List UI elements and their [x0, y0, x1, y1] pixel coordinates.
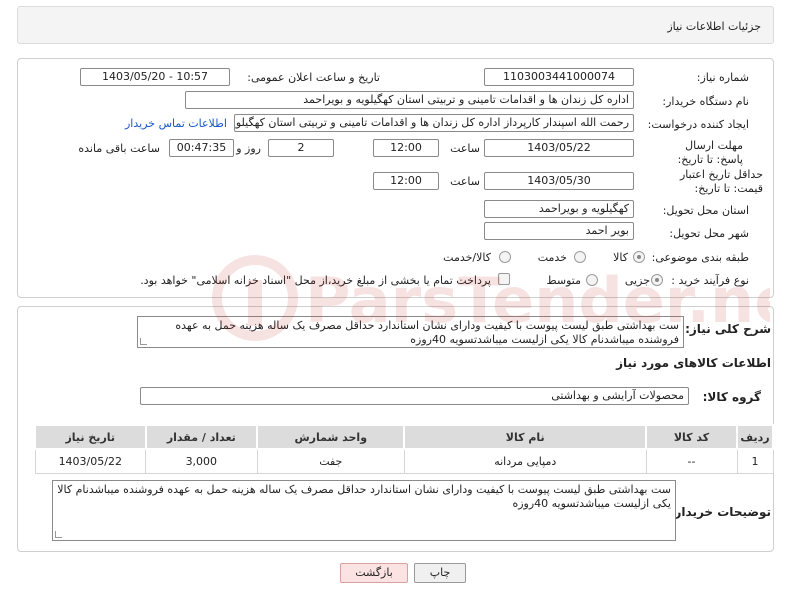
table-row[interactable]: 1 -- دمپایی مردانه جفت 3,000 1403/05/22	[34, 448, 774, 474]
row-qty: 3,000	[145, 448, 258, 474]
goods-table-header: ردیف کد کالا نام کالا واحد شمارش تعداد /…	[34, 424, 774, 450]
province-field[interactable]: کهگیلویه و بویراحمد	[484, 200, 634, 218]
validity-time-label: ساعت	[450, 175, 480, 188]
announce-label: تاریخ و ساعت اعلان عمومی:	[247, 71, 380, 84]
remaining-time-label: ساعت باقی مانده	[78, 142, 160, 155]
col-date: تاریخ نیاز	[34, 424, 147, 450]
treasury-payment-checkbox[interactable]	[498, 273, 510, 285]
row-name: دمپایی مردانه	[403, 448, 647, 474]
summary-label: شرح کلی نیاز:	[685, 322, 771, 336]
city-label: شهر محل تحویل:	[669, 227, 749, 240]
treasury-payment-note: پرداخت تمام یا بخشی از مبلغ خرید،از محل …	[140, 274, 491, 287]
col-name: نام کالا	[403, 424, 648, 450]
col-unit: واحد شمارش	[256, 424, 406, 450]
goods-group-label: گروه کالا:	[702, 390, 761, 404]
remaining-time-field[interactable]: 00:47:35	[169, 139, 234, 157]
reply-time-field[interactable]: 12:00	[373, 139, 439, 157]
row-index: 1	[736, 448, 774, 474]
validity-date-field[interactable]: 1403/05/30	[484, 172, 634, 190]
category-goods-radio[interactable]	[633, 251, 645, 263]
buyer-org-field[interactable]: اداره کل زندان ها و اقدامات تامینی و ترب…	[185, 91, 634, 109]
price-validity-label: حداقل تاریخ اعتبار قیمت: تا تاریخ:	[679, 168, 763, 195]
category-goods-service-label: کالا/خدمت	[443, 251, 491, 264]
remaining-days-field[interactable]: 2	[268, 139, 334, 157]
print-button[interactable]: چاپ	[414, 563, 466, 583]
buyer-notes-label: توضیحات خریدار:	[669, 505, 771, 519]
resize-handle-icon[interactable]	[140, 338, 147, 345]
row-code: --	[645, 448, 738, 474]
need-number-label: شماره نیاز:	[696, 71, 749, 84]
summary-text: ست بهداشتی طبق لیست پیوست با کیفیت ودارا…	[175, 319, 679, 346]
process-medium-label: متوسط	[546, 274, 581, 287]
reply-deadline-label: مهلت ارسال پاسخ: تا تاریخ:	[677, 139, 743, 166]
back-button[interactable]: بازگشت	[340, 563, 408, 583]
process-minor-radio[interactable]	[651, 274, 663, 286]
province-label: استان محل تحویل:	[662, 204, 749, 217]
summary-textarea[interactable]: ست بهداشتی طبق لیست پیوست با کیفیت ودارا…	[137, 316, 684, 348]
need-number-field[interactable]: 1103003441000074	[484, 68, 634, 86]
goods-group-field[interactable]: محصولات آرایشی و بهداشتی	[140, 387, 689, 405]
page-header: جزئیات اطلاعات نیاز	[17, 6, 774, 44]
announce-datetime-field[interactable]: 1403/05/20 - 10:57	[80, 68, 230, 86]
goods-section-title: اطلاعات کالاهای مورد نیاز	[616, 356, 771, 370]
col-qty: تعداد / مقدار	[144, 424, 259, 450]
buyer-org-label: نام دستگاه خریدار:	[662, 95, 749, 108]
row-date: 1403/05/22	[34, 448, 147, 474]
process-medium-radio[interactable]	[586, 274, 598, 286]
col-index: ردیف	[736, 424, 774, 450]
row-unit: جفت	[256, 448, 405, 474]
buyer-notes-textarea[interactable]: ست بهداشتی طبق لیست پیوست با کیفیت ودارا…	[52, 480, 676, 541]
requester-field[interactable]: رحمت الله اسپندار کارپرداز اداره کل زندا…	[234, 114, 634, 132]
validity-time-field[interactable]: 12:00	[373, 172, 439, 190]
reply-time-label: ساعت	[450, 142, 480, 155]
category-service-label: خدمت	[537, 251, 567, 264]
process-type-label: نوع فرآیند خرید :	[671, 274, 749, 287]
days-label: روز و	[236, 142, 261, 155]
buyer-contact-link[interactable]: اطلاعات تماس خریدار	[125, 117, 227, 130]
category-label: طبقه بندی موضوعی:	[651, 251, 749, 264]
col-code: کد کالا	[645, 424, 739, 450]
city-field[interactable]: بویر احمد	[484, 222, 634, 240]
category-service-radio[interactable]	[574, 251, 586, 263]
resize-handle-icon[interactable]	[55, 531, 62, 538]
reply-date-field[interactable]: 1403/05/22	[484, 139, 634, 157]
category-goods-service-radio[interactable]	[499, 251, 511, 263]
page-title: جزئیات اطلاعات نیاز	[667, 20, 761, 33]
category-goods-label: کالا	[613, 251, 628, 264]
buyer-notes-text: ست بهداشتی طبق لیست پیوست با کیفیت ودارا…	[57, 483, 671, 510]
process-minor-label: جزیی	[624, 274, 650, 287]
goods-table: ردیف کد کالا نام کالا واحد شمارش تعداد /…	[34, 424, 774, 474]
requester-label: ایجاد کننده درخواست:	[647, 118, 749, 131]
